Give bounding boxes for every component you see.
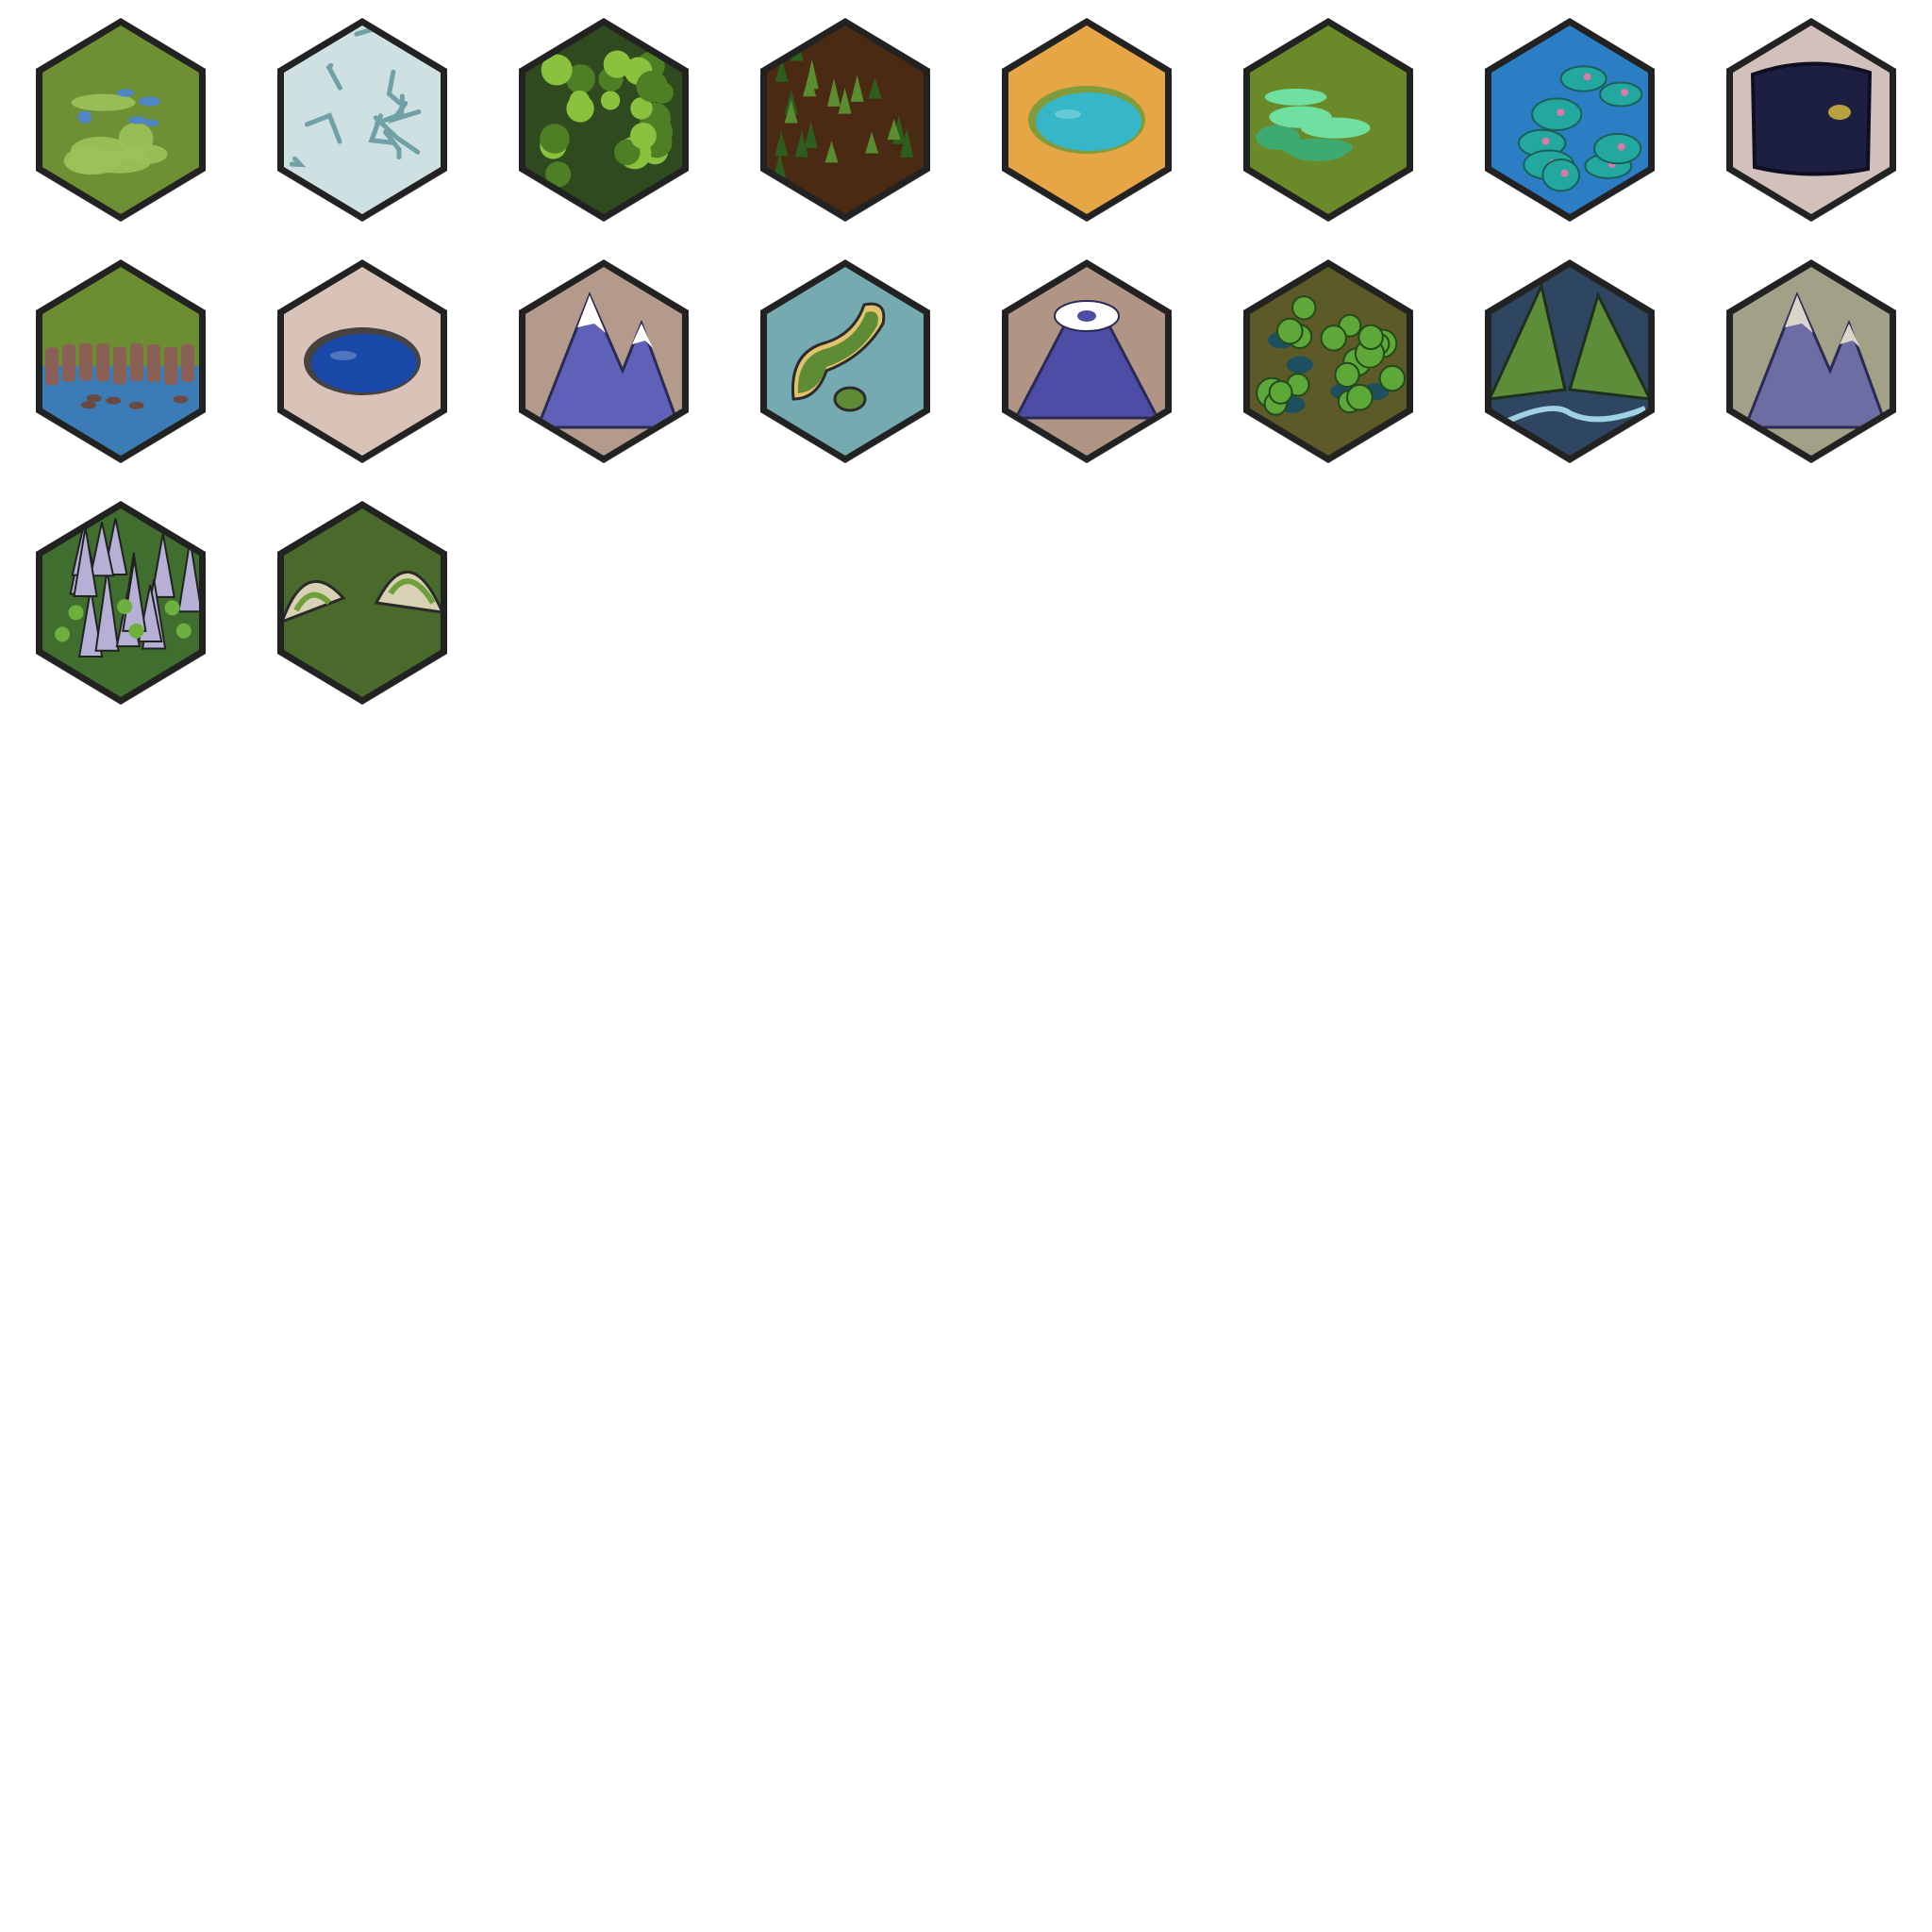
tile-artwork <box>1028 86 1145 154</box>
tile-artwork <box>304 327 421 395</box>
terrain-tile-sheet <box>0 0 1932 1932</box>
sheet-background <box>0 0 1932 1932</box>
tile-artwork <box>1750 61 1873 176</box>
